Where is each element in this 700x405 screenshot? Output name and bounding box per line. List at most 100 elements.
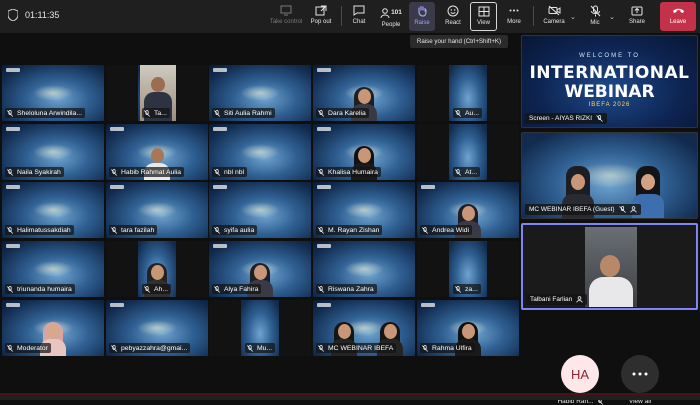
mic-off-icon xyxy=(7,168,13,176)
raise-hand-button[interactable]: Raise xyxy=(409,2,435,31)
participant-tile[interactable]: Khalisa Humaira xyxy=(313,124,415,180)
more-icon xyxy=(509,9,519,12)
participant-tile[interactable]: Siti Aulia Rahmi xyxy=(209,65,311,121)
participant-name: Riswana Zahra xyxy=(328,285,374,293)
participant-nametag: Au... xyxy=(453,108,482,118)
participant-tile[interactable]: Mu... xyxy=(209,300,311,356)
toolbar-divider xyxy=(341,6,342,26)
participant-nametag: Naila Syakirah xyxy=(5,167,64,177)
banner-title-line2: WEBINAR xyxy=(564,82,655,102)
participant-tile[interactable]: Dara Karelia xyxy=(313,65,415,121)
talbani-nametag: Talbani Farlian xyxy=(526,294,588,305)
mic-off-icon xyxy=(318,344,324,352)
event-logo xyxy=(6,127,20,131)
participant-tile[interactable]: triunanda humaira xyxy=(2,241,104,297)
participant-name: Au... xyxy=(465,109,479,117)
event-logo xyxy=(110,303,124,307)
more-icon xyxy=(621,355,659,393)
mic-off-icon xyxy=(7,285,13,293)
participant-tile[interactable]: Rahma Ulfira xyxy=(417,300,519,356)
participant-nametag: Rahma Ulfira xyxy=(420,343,475,353)
pop-out-icon xyxy=(315,5,327,16)
participant-nametag: Andrea Widi xyxy=(420,225,473,235)
event-logo xyxy=(110,127,124,131)
participant-tile[interactable]: za... xyxy=(417,241,519,297)
participant-nametag: Alya Fahira xyxy=(212,284,262,294)
participant-tile[interactable]: tara fazilah xyxy=(106,182,208,238)
event-logo xyxy=(6,244,20,248)
grid-view-icon xyxy=(478,6,489,17)
participant-nametag: At... xyxy=(453,167,481,177)
mic-off-icon xyxy=(422,344,428,352)
pop-out-button[interactable]: Pop out xyxy=(307,2,335,31)
banner-title-line1: INTERNATIONAL xyxy=(529,63,690,83)
event-logo xyxy=(110,185,124,189)
participant-nametag: M. Rayan Zishan xyxy=(316,225,383,235)
view-button[interactable]: View xyxy=(470,2,497,31)
participant-tile[interactable]: Ta... xyxy=(106,65,208,121)
participant-nametag: Riswana Zahra xyxy=(316,284,377,294)
participant-tile[interactable]: nbl nbl xyxy=(209,124,311,180)
shield-icon xyxy=(8,9,18,21)
participant-nametag: Mu... xyxy=(245,343,275,353)
take-control-button[interactable]: Take control xyxy=(267,2,305,31)
phone-hangup-icon xyxy=(672,8,684,13)
participant-tile[interactable]: Alya Fahira xyxy=(209,241,311,297)
event-logo xyxy=(213,185,227,189)
participant-tile[interactable]: Halimatussakdiah xyxy=(2,182,104,238)
participant-tile[interactable]: Andrea Widi xyxy=(417,182,519,238)
mic-options-chevron-icon[interactable]: ⌄ xyxy=(609,13,615,21)
participant-tile[interactable]: syifa aulia xyxy=(209,182,311,238)
participant-nametag: tara fazilah xyxy=(109,225,158,235)
mic-off-icon xyxy=(618,206,626,213)
participant-tile[interactable]: Ah... xyxy=(106,241,208,297)
participant-video xyxy=(585,227,637,307)
mic-off-icon xyxy=(318,109,324,117)
participant-name: Naila Syakirah xyxy=(17,168,61,176)
mic-off-icon xyxy=(422,226,428,234)
participant-name: Khalisa Humaira xyxy=(328,168,378,176)
event-logo xyxy=(317,303,331,307)
talbani-farlian-tile[interactable]: Talbani Farlian xyxy=(521,223,698,310)
participant-nametag: pebyazzahra@gmai... xyxy=(109,343,191,353)
participant-tile[interactable]: Riswana Zahra xyxy=(313,241,415,297)
share-button[interactable]: Share xyxy=(623,2,651,31)
leave-button[interactable]: Leave xyxy=(660,2,696,31)
mic-off-icon xyxy=(214,168,220,176)
mic-off-icon xyxy=(455,168,461,176)
participant-grid: Sheloluna Arwindila... Ta... Siti Aulia Ra… xyxy=(2,65,519,359)
camera-options-chevron-icon[interactable]: ⌄ xyxy=(570,13,576,21)
take-control-icon xyxy=(280,5,292,16)
participant-tile[interactable]: Au... xyxy=(417,65,519,121)
mc-webinar-tile[interactable]: MC WEBINAR IBEFA (Guest) xyxy=(521,132,698,219)
participant-tile[interactable]: Sheloluna Arwindila... xyxy=(2,65,104,121)
mic-off-icon xyxy=(7,109,13,117)
toolbar-divider xyxy=(533,6,534,26)
participant-nametag: triunanda humaira xyxy=(5,284,75,294)
mic-off-icon xyxy=(111,226,117,234)
shared-screen-tile[interactable]: WELCOME TO INTERNATIONAL WEBINAR IBEFA 2… xyxy=(521,35,698,128)
camera-button[interactable]: Camera xyxy=(539,2,569,31)
participant-tile[interactable]: Habib Rahmat Aulia xyxy=(106,124,208,180)
mic-off-icon xyxy=(111,344,117,352)
mic-off-icon xyxy=(455,109,461,117)
people-button[interactable]: 101 People xyxy=(376,2,406,31)
more-button[interactable]: More xyxy=(501,2,527,31)
event-logo xyxy=(6,303,20,307)
participant-tile[interactable]: pebyazzahra@gmai... xyxy=(106,300,208,356)
participant-tile[interactable]: Moderator xyxy=(2,300,104,356)
participant-name: Ah... xyxy=(154,285,168,293)
people-icon xyxy=(576,296,583,303)
participant-nametag: nbl nbl xyxy=(212,167,248,177)
chat-icon xyxy=(353,5,365,16)
participant-tile[interactable]: MC WEBINAR IBEFA xyxy=(313,300,415,356)
participant-tile[interactable]: At... xyxy=(417,124,519,180)
chat-button[interactable]: Chat xyxy=(347,2,371,31)
react-button[interactable]: React xyxy=(440,2,466,31)
participant-tile[interactable]: M. Rayan Zishan xyxy=(313,182,415,238)
mic-off-icon xyxy=(111,168,117,176)
participant-tile[interactable]: Naila Syakirah xyxy=(2,124,104,180)
mic-off-icon xyxy=(214,109,220,117)
taskbar xyxy=(0,393,700,400)
mic-button[interactable]: Mic xyxy=(583,2,607,31)
